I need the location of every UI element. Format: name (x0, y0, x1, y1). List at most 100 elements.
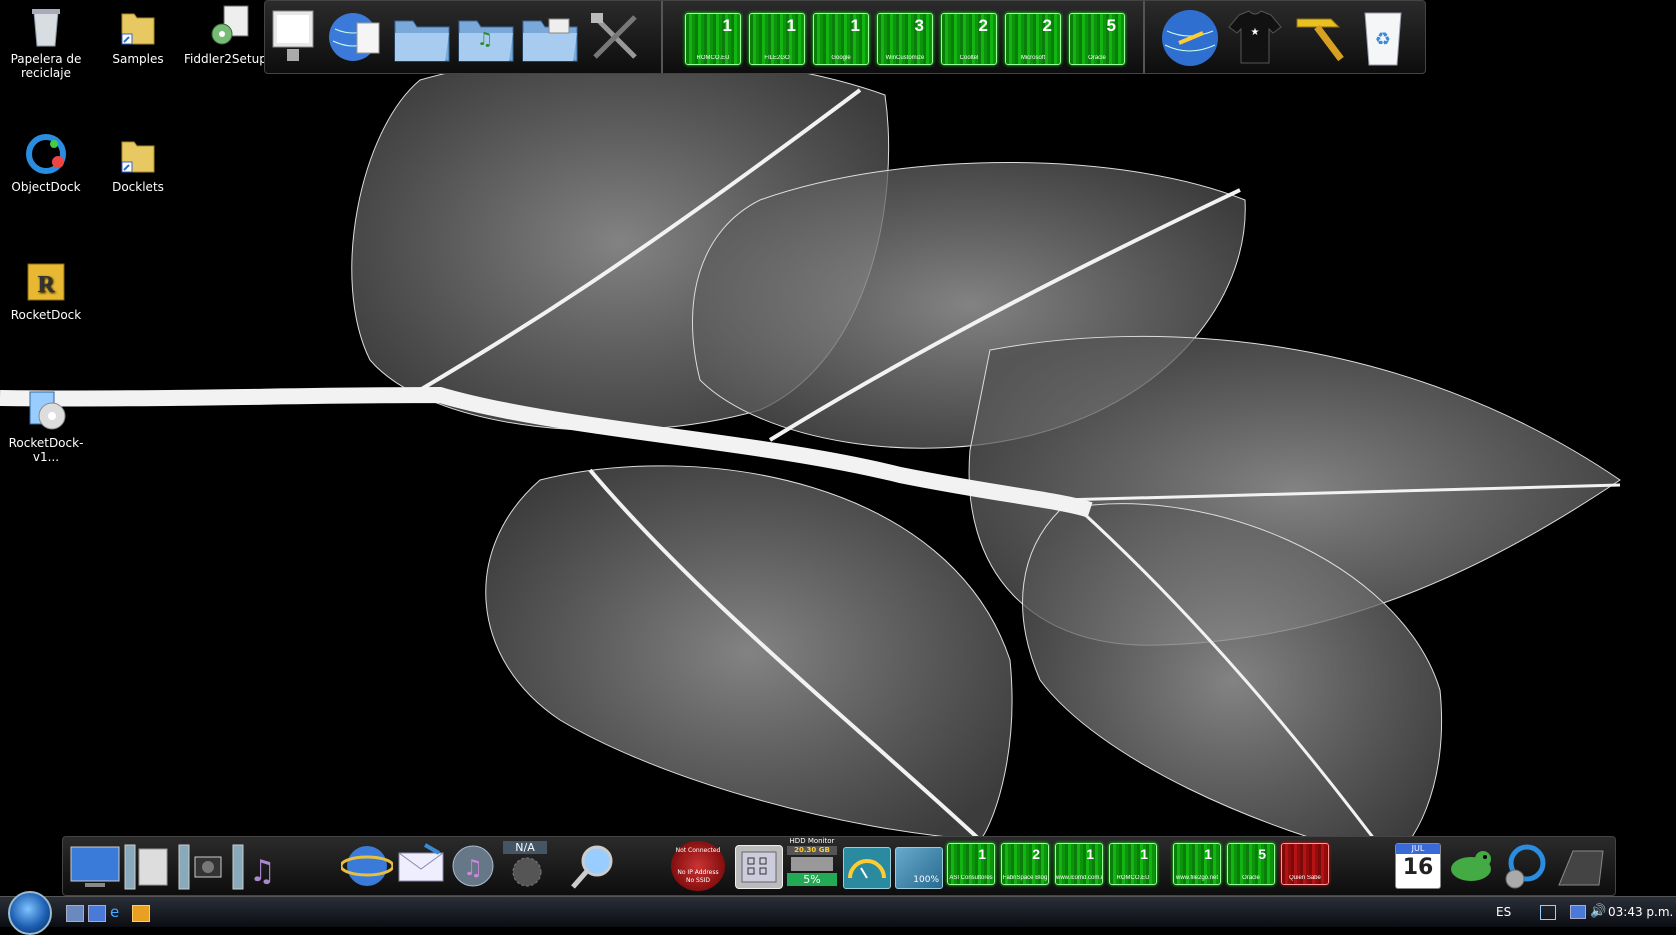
pictures-folder-icon[interactable] (521, 11, 581, 71)
desktop-icon-label: Papelera de reciclaje (10, 52, 82, 80)
tile-count: 1 (1086, 846, 1094, 862)
tshirt-icon[interactable]: ★ (1225, 5, 1285, 73)
rss-tile[interactable]: 2 FabriSpace Blog (1001, 843, 1049, 885)
wifi-status-widget[interactable]: Not Connected No IP Address No SSID (671, 841, 725, 891)
rss-tile[interactable]: 1 www.lcomd.com.mx (1055, 843, 1103, 885)
switch-windows-icon[interactable] (88, 905, 106, 922)
calendar-day: 16 (1402, 855, 1434, 880)
desktop-icon-rocketdock[interactable]: R RocketDock (0, 260, 92, 322)
wifi-line-1: Not Connected (675, 847, 721, 854)
desktop-icon-recycle-bin[interactable]: Papelera de reciclaje (0, 4, 92, 80)
battery-percent: 100% (913, 875, 939, 885)
tile-count: 2 (1042, 16, 1052, 35)
documents-icon[interactable] (121, 841, 173, 895)
setup-disc-icon (24, 388, 68, 432)
rss-tile[interactable]: 1 ROMCO.EU (685, 13, 741, 65)
hdd-bar (791, 857, 833, 871)
svg-text:♫: ♫ (249, 854, 276, 889)
tile-label: Microsoft (1020, 55, 1046, 61)
rss-tile[interactable]: 2 Cooltel (941, 13, 997, 65)
rss-tile[interactable]: 1 ASI Consultores (947, 843, 995, 885)
desktop-icon-rocketdock-setup[interactable]: RocketDock-v1... (0, 388, 92, 464)
svg-text:♻: ♻ (1375, 29, 1391, 50)
tile-count: 5 (1258, 846, 1266, 862)
svg-text:★: ★ (1251, 27, 1260, 38)
tile-label: FabriSpace Blog (1002, 875, 1048, 881)
network-icon[interactable] (1540, 905, 1556, 920)
pictures-icon[interactable] (175, 841, 227, 895)
start-button[interactable] (8, 891, 52, 935)
media-icon[interactable] (132, 905, 150, 922)
volume-icon[interactable]: 🔊 (1590, 904, 1606, 919)
dock-icon[interactable] (1553, 841, 1609, 895)
tools-icon[interactable] (585, 7, 645, 71)
lcd-clock-widget[interactable] (735, 845, 783, 889)
rss-tile[interactable]: 2 Microsoft (1005, 13, 1061, 65)
hammer-icon[interactable] (1289, 7, 1353, 71)
dock-separator (1143, 1, 1145, 73)
bottom-dock: ♫ ♫ N/A Not Connected No IP Address No S… (62, 836, 1616, 896)
desktop-icon-samples[interactable]: Samples (92, 4, 184, 66)
clock[interactable]: 03:43 p.m. (1608, 905, 1673, 919)
gauge-widget[interactable] (843, 847, 891, 889)
wifi-line-2: No IP Address (677, 869, 719, 876)
desktop-icon[interactable] (69, 841, 121, 895)
rss-tile[interactable]: 5 Oracle (1069, 13, 1125, 65)
tile-count: 1 (850, 16, 860, 35)
desktop-icon-label: Fiddler2Setup.... (184, 52, 283, 66)
desktop-icon-objectdock[interactable]: ObjectDock (0, 132, 92, 194)
desktop-icon-label: Samples (112, 52, 164, 66)
mail-icon[interactable] (395, 841, 447, 895)
hdd-monitor-widget[interactable]: HDD Monitor 20.30 GB 5% (787, 837, 837, 893)
desktop-icon-fiddler[interactable]: Fiddler2Setup.... (184, 4, 283, 66)
internet-explorer-icon[interactable] (339, 841, 395, 895)
tile-label: www.file2go.net (1175, 875, 1219, 881)
tile-label: Cooltel (959, 55, 979, 61)
installer-icon (208, 4, 252, 48)
objectdock-settings-icon[interactable] (1499, 841, 1551, 895)
rss-tile[interactable]: 5 Oracle (1227, 843, 1275, 885)
music-icon[interactable]: ♫ (229, 841, 281, 895)
leaf-branch-image (351, 54, 1621, 861)
rss-tile[interactable]: 1 Google (813, 13, 869, 65)
media-player-icon[interactable]: ♫ (449, 841, 501, 895)
tile-count: 3 (914, 16, 924, 35)
calendar-widget[interactable]: JUL 16 (1395, 843, 1441, 889)
tile-label: Quien Sabe (1289, 875, 1321, 881)
globe-network-icon[interactable] (1159, 7, 1221, 73)
recycle-bin-icon[interactable]: ♻ (1357, 5, 1409, 73)
rss-tile[interactable]: 1 ROMCO.EU (1109, 843, 1157, 885)
globe-document-icon[interactable] (327, 7, 387, 71)
desktop-icon-docklets[interactable]: Docklets (92, 132, 184, 194)
tile-count: 2 (978, 16, 988, 35)
svg-text:♫: ♫ (463, 856, 483, 881)
desktop-icon-label: RocketDock (10, 308, 82, 322)
tile-count: 1 (978, 846, 986, 862)
recycle-bin-icon (24, 4, 68, 48)
tile-label: Google (831, 55, 851, 61)
tile-label: www.lcomd.com.mx (1056, 875, 1102, 881)
rss-tile[interactable]: 1 FILE2GO (749, 13, 805, 65)
tile-label: Oracle (1242, 875, 1260, 881)
weather-widget[interactable]: N/A (503, 841, 555, 891)
display-icon[interactable] (1570, 905, 1586, 919)
top-dock: ♫ 1 ROMCO.EU 1 FILE2GO 1 Google 3 WinCus… (264, 0, 1426, 74)
tile-label: Oracle (1088, 55, 1106, 61)
desktop-icon-label: Docklets (112, 180, 164, 194)
folder-icon[interactable] (393, 11, 453, 71)
language-indicator[interactable]: ES (1496, 905, 1511, 919)
tile-label: ROMCO.EU (696, 55, 730, 61)
calendar-month: JUL (1396, 844, 1440, 854)
svg-text:♫: ♫ (477, 29, 493, 50)
show-desktop-icon[interactable] (66, 905, 84, 922)
gecko-icon[interactable] (1445, 841, 1497, 895)
wifi-line-3: No SSID (685, 877, 711, 884)
ie-icon[interactable]: e (110, 905, 126, 920)
rss-tile[interactable]: 1 www.file2go.net (1173, 843, 1221, 885)
rss-tile-error[interactable]: Quien Sabe (1281, 843, 1329, 885)
search-magnifier-icon[interactable] (567, 841, 619, 895)
battery-widget[interactable]: 100% (895, 847, 943, 889)
monitor-icon[interactable] (269, 7, 321, 71)
music-folder-icon[interactable]: ♫ (457, 11, 517, 71)
rss-tile[interactable]: 3 WinCustomize (877, 13, 933, 65)
